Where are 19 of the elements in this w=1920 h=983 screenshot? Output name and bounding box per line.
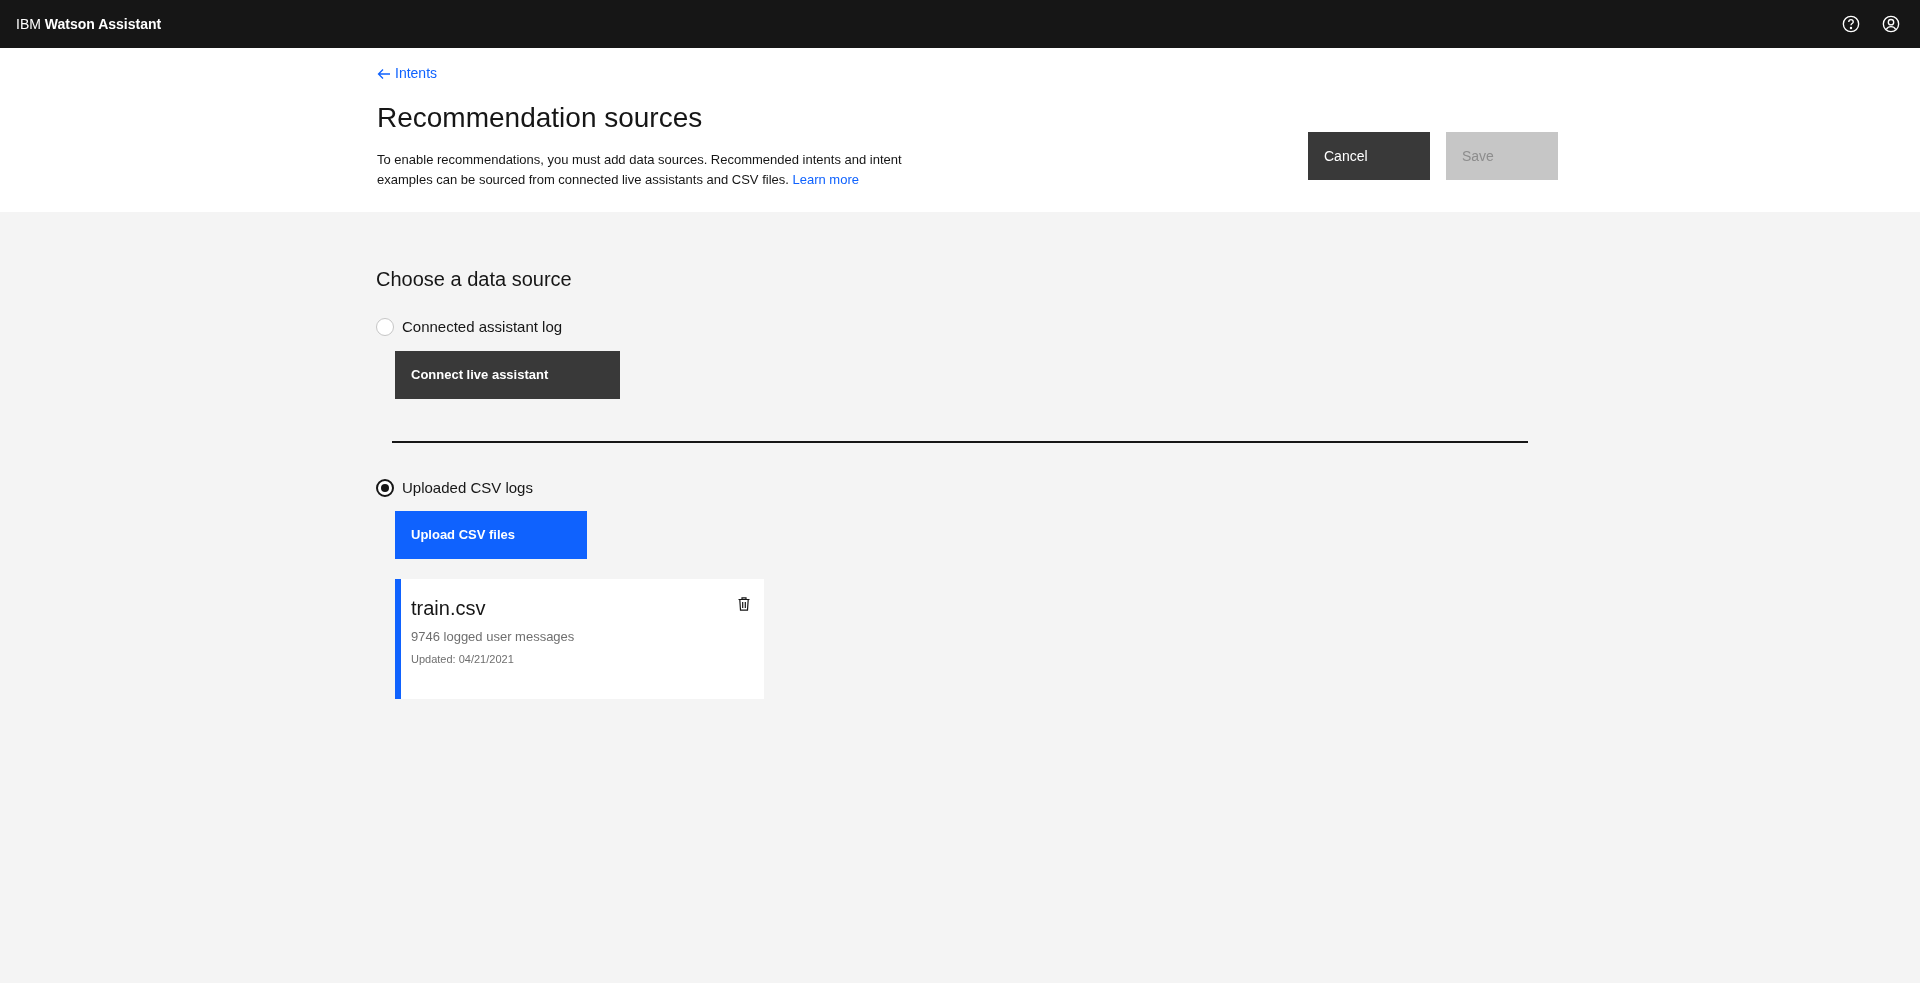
upload-button[interactable]: Upload CSV files — [395, 511, 588, 559]
radio-label: Connected assistant log — [402, 317, 563, 337]
page-title: Recommendation sources — [377, 101, 704, 135]
message-count: 9746 logged user messages — [411, 628, 575, 646]
updated-date: Updated: 04/21/2021 — [411, 651, 515, 667]
cancel-button[interactable]: Cancel — [1308, 132, 1430, 180]
connect-button[interactable]: Connect live assistant — [395, 350, 621, 399]
delete-icon[interactable] — [738, 597, 750, 611]
back-link[interactable]: Intents — [377, 63, 932, 84]
radio-button[interactable] — [376, 478, 394, 497]
product-name[interactable]: IBM Watson Assistant — [16, 13, 162, 35]
arrow-left-icon — [377, 67, 391, 80]
user-avatar-icon[interactable] — [1882, 15, 1900, 33]
section-title: Choose a data source — [376, 267, 573, 292]
file-name: train.csv — [411, 596, 487, 621]
radio-label: Uploaded CSV logs — [402, 477, 533, 498]
page-description: To enable recommendations, you must add data sources. Recommended intents and intent examples can be sourced from connected live assistants and CSV files. Learn more — [377, 151, 903, 189]
learn-more-link[interactable]: Learn more — [792, 172, 859, 187]
help-icon[interactable] — [1842, 15, 1860, 33]
